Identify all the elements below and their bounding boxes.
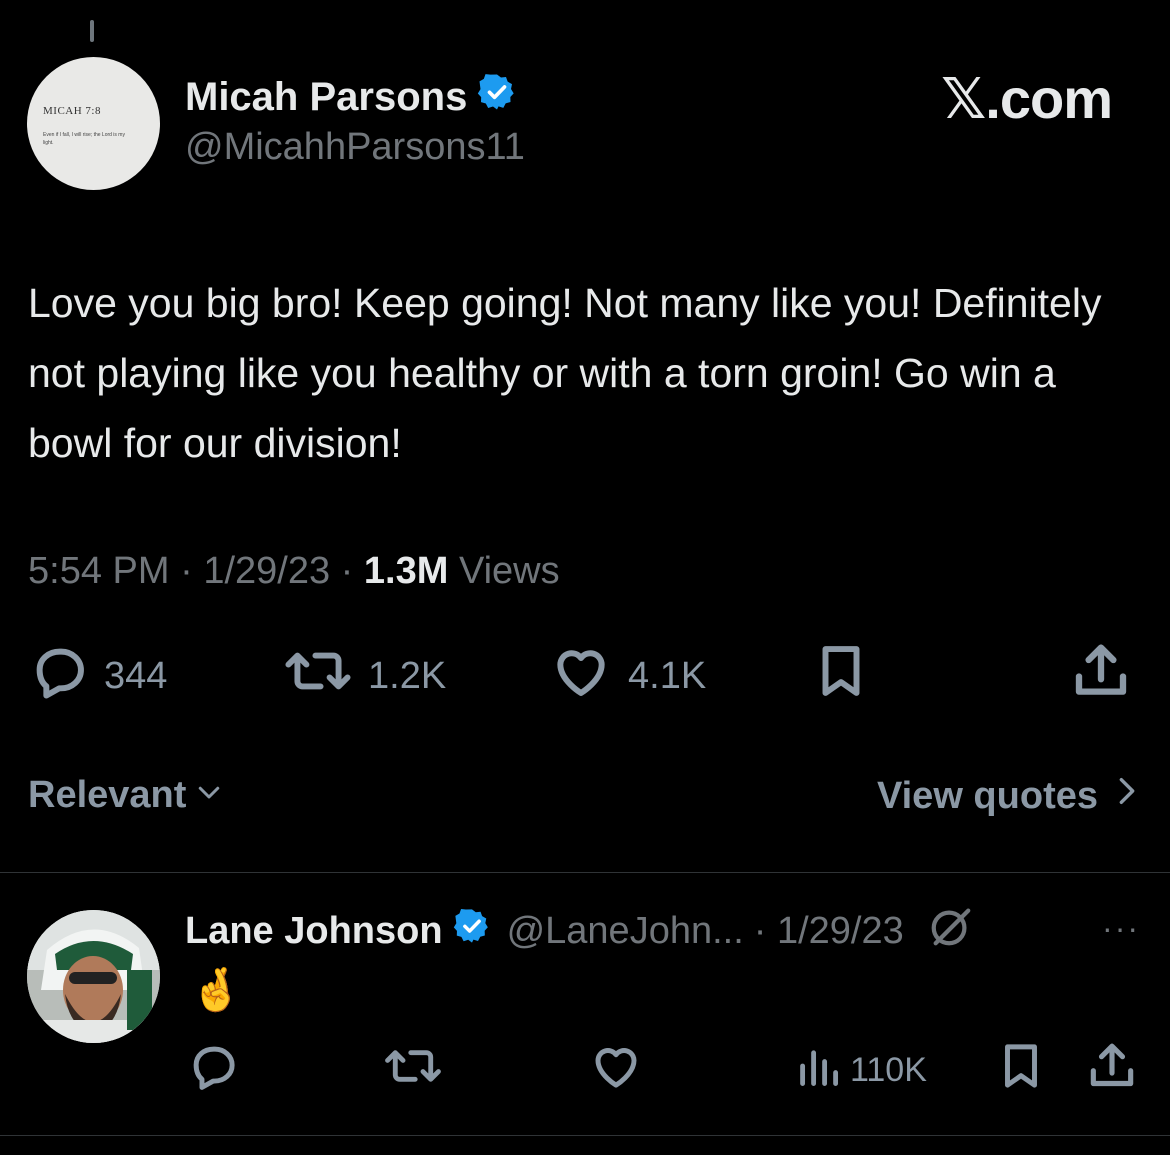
reply-author-handle[interactable]: @LaneJohn...	[507, 910, 744, 953]
divider	[0, 1135, 1170, 1136]
reply-views-button[interactable]: 110K	[796, 1040, 927, 1100]
reply-share-button[interactable]	[1084, 1040, 1140, 1100]
share-icon	[1084, 1038, 1140, 1103]
reply-count: 344	[104, 654, 168, 697]
tweet-text: Love you big bro! Keep going! Not many l…	[28, 280, 1102, 466]
verified-badge-icon	[453, 907, 491, 955]
verified-badge-icon	[477, 72, 517, 122]
tweet-date[interactable]: 1/29/23	[203, 550, 330, 592]
reply-icon	[186, 1039, 240, 1102]
avatar-verse-text: MICAH 7:8	[43, 105, 101, 117]
author-name-row[interactable]: Micah Parsons	[185, 72, 517, 122]
repost-button[interactable]: 1.2K	[282, 640, 446, 712]
repost-icon	[282, 640, 354, 712]
sort-label: Relevant	[28, 774, 187, 816]
avatar-subtext: Even if I fall, I will rise; the Lord is…	[43, 132, 125, 146]
views-count[interactable]: 1.3M	[364, 550, 448, 592]
reply-author-name[interactable]: Lane Johnson	[185, 910, 443, 953]
reply-like-button[interactable]	[588, 1040, 644, 1100]
more-options-icon[interactable]: ···	[1102, 910, 1140, 947]
author-avatar[interactable]: MICAH 7:8 Even if I fall, I will rise; t…	[27, 57, 160, 190]
reply-date[interactable]: · 1/29/23	[754, 910, 904, 953]
reply-views-count: 110K	[850, 1050, 927, 1089]
author-handle[interactable]: @MicahhParsons11	[185, 126, 525, 169]
tweet-meta: 5:54 PM · 1/29/23 · 1.3M Views	[28, 550, 560, 593]
reply-icon	[28, 640, 90, 712]
like-count: 4.1K	[628, 654, 707, 697]
meta-separator: ·	[180, 550, 193, 592]
reply-text: 🤞	[190, 966, 243, 1013]
meta-separator: ·	[340, 550, 354, 592]
chevron-down-icon	[194, 774, 224, 817]
views-icon	[796, 1039, 840, 1102]
view-quotes-label: View quotes	[876, 774, 1098, 817]
reply-bookmark-button[interactable]	[994, 1040, 1048, 1100]
reply-author-avatar[interactable]	[27, 910, 160, 1043]
drag-handle[interactable]	[90, 20, 94, 42]
share-icon	[1068, 638, 1134, 714]
tweet-time[interactable]: 5:54 PM	[28, 550, 170, 592]
reply-button[interactable]: 344	[28, 640, 167, 712]
grok-icon[interactable]	[928, 903, 974, 959]
divider	[0, 872, 1170, 873]
author-name[interactable]: Micah Parsons	[185, 75, 467, 120]
share-button[interactable]	[1068, 640, 1134, 712]
reply-reply-button[interactable]	[186, 1040, 240, 1100]
reply-header: Lane Johnson @LaneJohn... · 1/29/23	[185, 903, 974, 959]
chevron-right-icon	[1114, 774, 1140, 818]
view-quotes-link[interactable]: View quotes	[877, 774, 1140, 818]
repost-count: 1.2K	[368, 654, 447, 697]
views-label: Views	[458, 550, 560, 592]
bookmark-icon	[810, 640, 872, 712]
bookmark-icon	[994, 1039, 1048, 1102]
repost-icon	[382, 1039, 444, 1102]
x-com-watermark: 𝕏.com	[941, 67, 1113, 130]
like-button[interactable]: 4.1K	[548, 640, 706, 712]
sort-dropdown[interactable]: Relevant	[28, 774, 224, 817]
heart-icon	[588, 1039, 644, 1102]
bookmark-button[interactable]	[810, 640, 872, 712]
heart-icon	[548, 640, 614, 712]
reply-repost-button[interactable]	[382, 1040, 444, 1100]
